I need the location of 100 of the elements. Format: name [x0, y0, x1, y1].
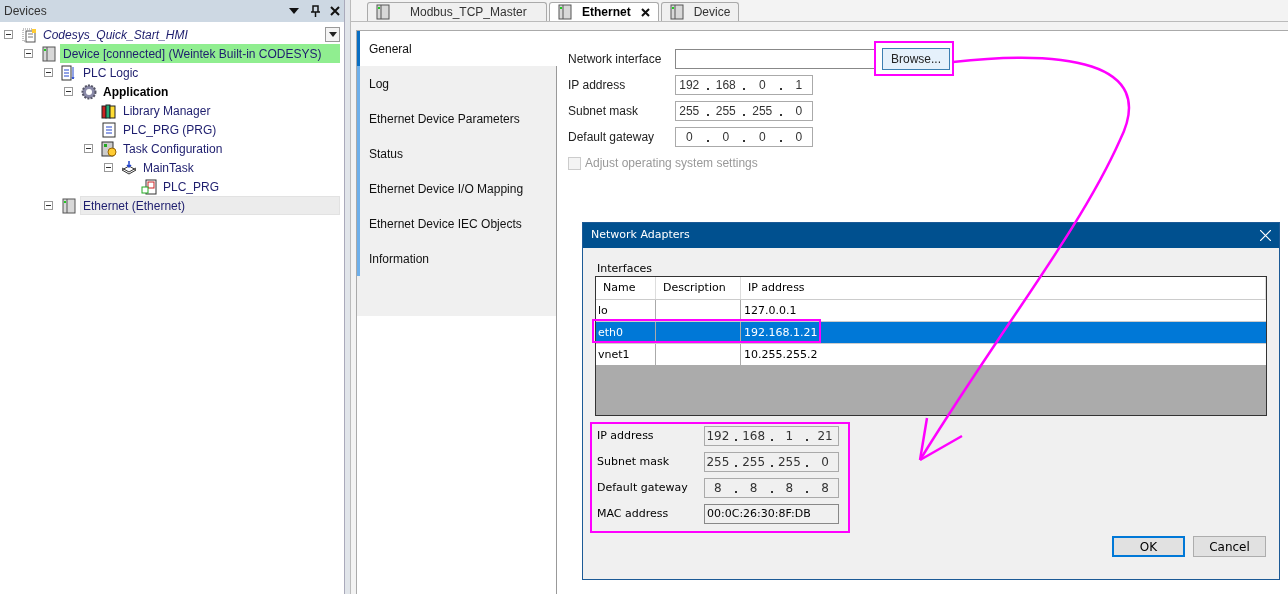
dot-separator-icon: [706, 114, 709, 116]
device-icon: [669, 4, 684, 20]
document-icon: [21, 26, 37, 43]
dot-separator-icon: [743, 88, 745, 90]
books-icon: [101, 102, 117, 119]
checkbox-label: Adjust operating system settings: [585, 155, 758, 172]
network-interface-field[interactable]: [675, 49, 875, 69]
field-label: IP address: [597, 427, 655, 444]
collapse-icon[interactable]: [44, 68, 53, 77]
pin-icon[interactable]: [311, 5, 320, 17]
caret-icon[interactable]: [289, 8, 299, 14]
dot-separator-icon: [806, 491, 809, 493]
dot-separator-icon: [770, 439, 773, 441]
table-cell: vnet1: [596, 344, 656, 365]
octet-value: 8: [748, 480, 759, 497]
octet-value: 255: [705, 454, 731, 471]
table-row[interactable]: lo 127.0.0.1: [596, 299, 1266, 321]
dot-separator-icon: [779, 140, 782, 142]
octet-value: 192: [705, 428, 731, 445]
browse-button[interactable]: Browse...: [882, 48, 950, 70]
octet-value: 255: [751, 103, 774, 120]
ip-address-field[interactable]: 8 8 8 8: [704, 478, 839, 498]
mac-address-field: 00:0C:26:30:8F:DB: [704, 504, 839, 524]
tree-item[interactable]: Library Manager: [120, 101, 340, 120]
tree-item[interactable]: Device [connected] (Weintek Built-in CODESYS): [60, 44, 340, 63]
table-cell-text: 127.0.0.1: [743, 303, 798, 319]
octet-value: 8: [820, 480, 830, 497]
octet-value: 8: [784, 480, 795, 497]
field-label: MAC address: [597, 505, 670, 522]
table-cell-text: 10.255.255.2: [743, 347, 819, 363]
ip-address-field[interactable]: 255 255 255 0: [675, 101, 813, 121]
octet-value: 255: [741, 454, 767, 471]
device-icon: [42, 45, 56, 62]
dot-separator-icon: [734, 439, 737, 441]
dot-separator-icon: [743, 140, 745, 142]
octet-value: 1: [784, 428, 795, 445]
device-icon: [558, 4, 572, 20]
table-cell-text: 192.168.1.21: [743, 325, 819, 341]
octet-value: 255: [776, 454, 802, 471]
collapse-icon[interactable]: [44, 201, 53, 210]
collapse-icon[interactable]: [4, 30, 13, 39]
tree-item[interactable]: Task Configuration: [120, 139, 340, 158]
dot-separator-icon: [806, 465, 809, 467]
dot-separator-icon: [706, 88, 709, 90]
ip-address-field[interactable]: 255 255 255 0: [704, 452, 839, 472]
dot-separator-icon: [806, 439, 809, 441]
gear-icon: [81, 83, 97, 100]
tree-item[interactable]: Codesys_Quick_Start_HMI: [40, 25, 321, 44]
tree-item[interactable]: PLC_PRG: [160, 177, 340, 196]
tree-item[interactable]: Ethernet (Ethernet): [80, 196, 340, 215]
octet-value: 255: [678, 103, 701, 120]
dropdown-button[interactable]: [325, 27, 340, 42]
dialog-title: Network Adapters: [591, 227, 691, 244]
tree-item[interactable]: PLC_PRG (PRG): [120, 120, 340, 139]
dot-separator-icon: [706, 140, 709, 142]
octet-value: 0: [794, 103, 804, 120]
dot-separator-icon: [734, 465, 737, 467]
device-icon: [62, 197, 76, 214]
table-row[interactable]: eth0 192.168.1.21: [596, 321, 1266, 343]
dot-separator-icon: [770, 491, 773, 493]
document-icon: [102, 121, 116, 138]
program-icon: [141, 178, 157, 195]
dot-separator-icon: [734, 491, 737, 493]
octet-value: 192: [678, 77, 701, 94]
dialog-button[interactable]: Cancel: [1193, 536, 1266, 557]
field-label: Subnet mask: [597, 453, 671, 470]
editor-tab[interactable]: Device: [660, 2, 740, 21]
close-icon[interactable]: [640, 7, 650, 17]
collapse-icon[interactable]: [64, 87, 73, 96]
collapse-icon[interactable]: [84, 144, 93, 153]
task-config-icon: [101, 140, 117, 157]
octet-value: 0: [757, 77, 767, 94]
tree-item[interactable]: Application: [100, 82, 340, 101]
dot-separator-icon: [779, 88, 782, 90]
table-row[interactable]: vnet1 10.255.255.2: [596, 343, 1266, 365]
dot-separator-icon: [779, 114, 782, 116]
device-icon: [376, 4, 390, 20]
group-label: Interfaces: [597, 261, 653, 276]
editor-tab[interactable]: Modbus_TCP_Master: [367, 2, 547, 21]
ip-address-field[interactable]: 0 0 0 0: [675, 127, 813, 147]
tree-item[interactable]: PLC Logic: [80, 63, 340, 82]
nav-item[interactable]: General: [357, 31, 558, 66]
field-label: Network interface: [568, 51, 663, 68]
octet-value: 0: [794, 129, 804, 146]
dialog-button[interactable]: OK: [1112, 536, 1185, 557]
ip-address-field[interactable]: 192 168 0 1: [675, 75, 813, 95]
dot-separator-icon: [743, 114, 745, 116]
octet-value: 0: [757, 129, 767, 146]
tree-item[interactable]: MainTask: [140, 158, 340, 177]
octet-value: 21: [816, 428, 834, 445]
octet-value: 0: [820, 454, 830, 471]
field-label: Subnet mask: [568, 103, 640, 120]
collapse-icon[interactable]: [24, 49, 33, 58]
octet-value: 8: [713, 480, 723, 497]
close-icon[interactable]: [330, 6, 340, 16]
octet-value: 168: [714, 77, 737, 94]
collapse-icon[interactable]: [104, 163, 113, 172]
editor-tab[interactable]: Ethernet: [549, 2, 659, 21]
list-icon: [61, 64, 77, 81]
ip-address-field[interactable]: 192 168 1 21: [704, 426, 839, 446]
